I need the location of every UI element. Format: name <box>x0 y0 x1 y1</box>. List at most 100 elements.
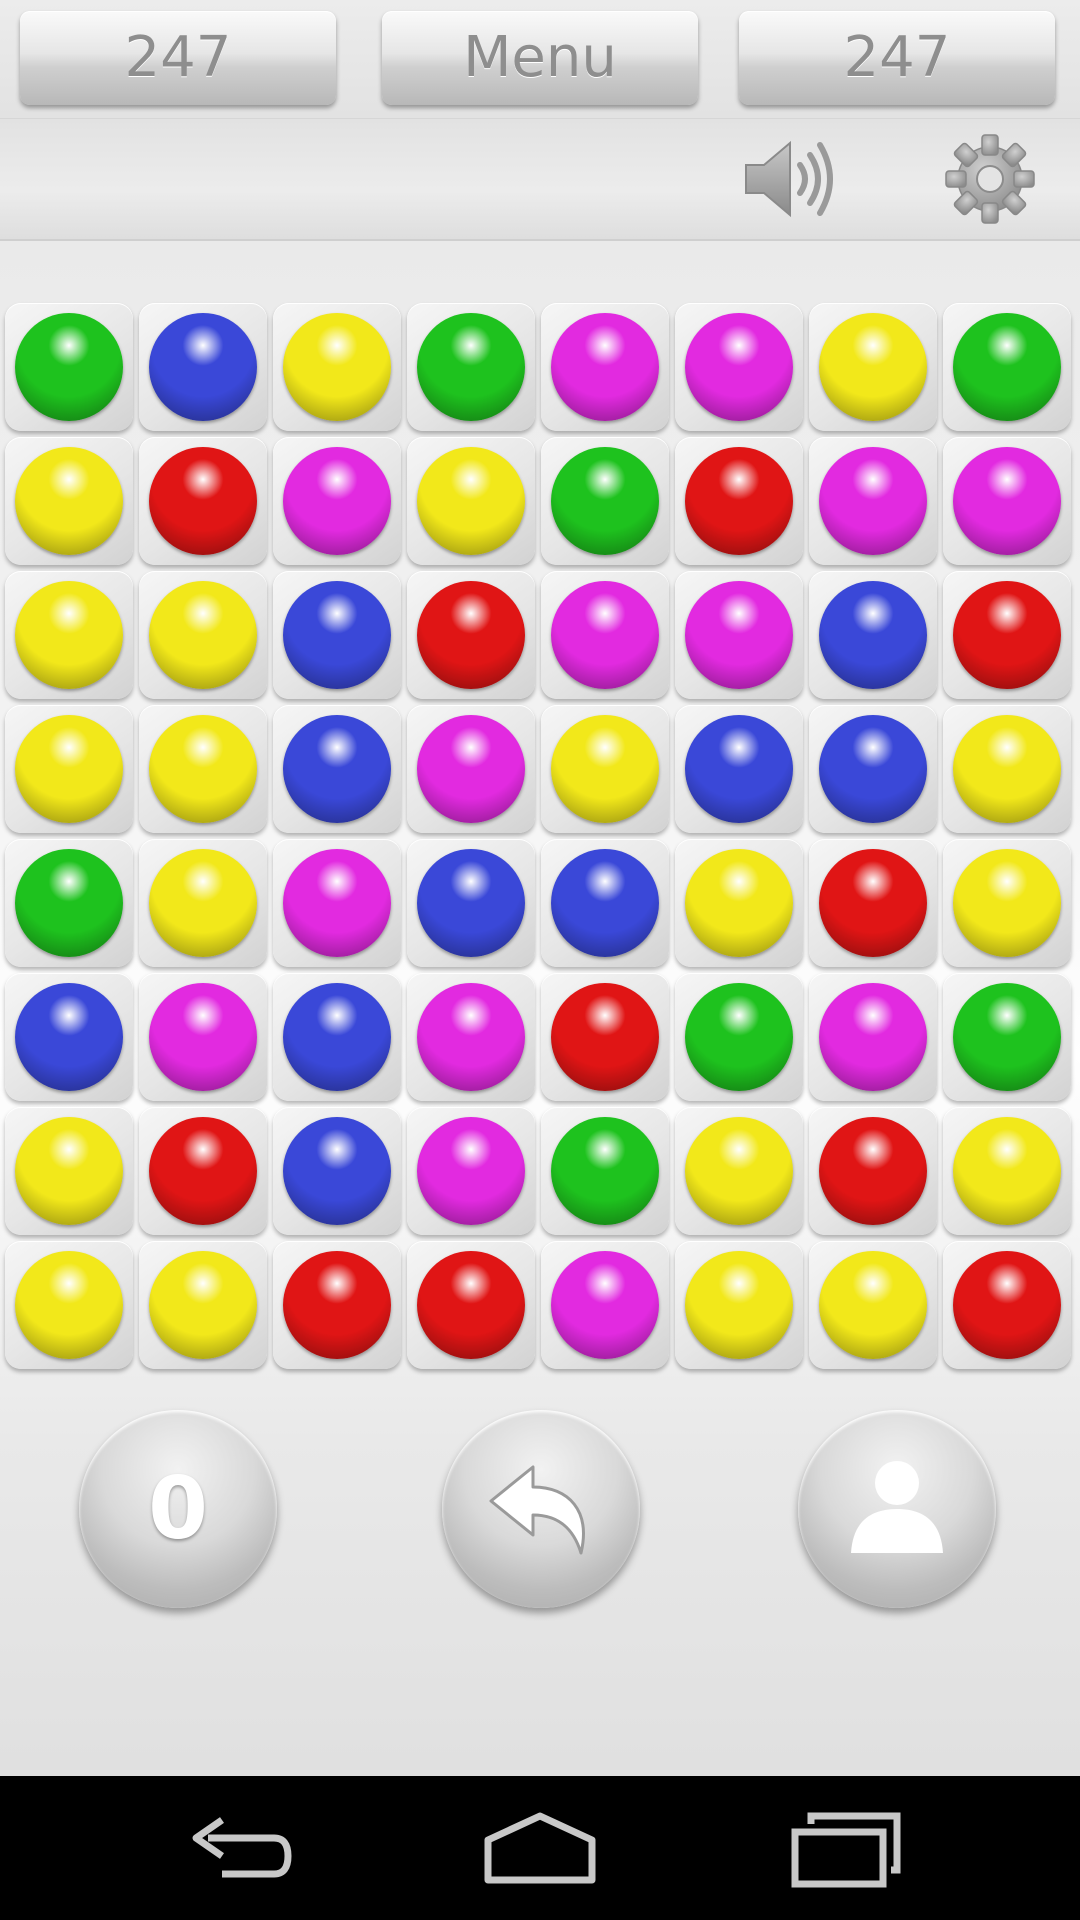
recents-icon[interactable] <box>775 1798 915 1898</box>
blue-ball[interactable] <box>819 581 927 689</box>
green-ball[interactable] <box>551 1117 659 1225</box>
blue-ball[interactable] <box>819 715 927 823</box>
magenta-ball[interactable] <box>685 313 793 421</box>
red-ball[interactable] <box>149 447 257 555</box>
board-cell[interactable] <box>943 1107 1071 1235</box>
red-ball[interactable] <box>685 447 793 555</box>
board-cell[interactable] <box>5 973 133 1101</box>
board-cell[interactable] <box>139 973 267 1101</box>
red-ball[interactable] <box>819 849 927 957</box>
blue-ball[interactable] <box>283 581 391 689</box>
board-cell[interactable] <box>139 1241 267 1369</box>
board-cell[interactable] <box>5 705 133 833</box>
yellow-ball[interactable] <box>15 581 123 689</box>
magenta-ball[interactable] <box>417 983 525 1091</box>
right-score-button[interactable]: 247 <box>739 11 1055 105</box>
green-ball[interactable] <box>953 313 1061 421</box>
yellow-ball[interactable] <box>417 447 525 555</box>
red-ball[interactable] <box>551 983 659 1091</box>
yellow-ball[interactable] <box>149 849 257 957</box>
board-cell[interactable] <box>273 973 401 1101</box>
board-cell[interactable] <box>273 571 401 699</box>
board-cell[interactable] <box>273 1241 401 1369</box>
green-ball[interactable] <box>551 447 659 555</box>
board-cell[interactable] <box>5 1107 133 1235</box>
board-cell[interactable] <box>809 973 937 1101</box>
magenta-ball[interactable] <box>417 715 525 823</box>
yellow-ball[interactable] <box>15 447 123 555</box>
blue-ball[interactable] <box>283 1117 391 1225</box>
back-icon[interactable] <box>170 1798 310 1898</box>
red-ball[interactable] <box>283 1251 391 1359</box>
board-cell[interactable] <box>273 303 401 431</box>
home-icon[interactable] <box>470 1798 610 1898</box>
left-score-button[interactable]: 247 <box>20 11 336 105</box>
board-cell[interactable] <box>675 973 803 1101</box>
board-cell[interactable] <box>809 571 937 699</box>
board-cell[interactable] <box>139 839 267 967</box>
yellow-ball[interactable] <box>283 313 391 421</box>
blue-ball[interactable] <box>15 983 123 1091</box>
blue-ball[interactable] <box>149 313 257 421</box>
green-ball[interactable] <box>953 983 1061 1091</box>
board-cell[interactable] <box>541 571 669 699</box>
magenta-ball[interactable] <box>819 447 927 555</box>
board-cell[interactable] <box>675 303 803 431</box>
menu-button[interactable]: Menu <box>382 11 698 105</box>
board-cell[interactable] <box>943 1241 1071 1369</box>
blue-ball[interactable] <box>551 849 659 957</box>
board-cell[interactable] <box>139 437 267 565</box>
board-cell[interactable] <box>675 1241 803 1369</box>
board-cell[interactable] <box>407 437 535 565</box>
board-cell[interactable] <box>809 303 937 431</box>
board-cell[interactable] <box>407 705 535 833</box>
board-cell[interactable] <box>139 705 267 833</box>
board-cell[interactable] <box>541 437 669 565</box>
board-cell[interactable] <box>943 839 1071 967</box>
yellow-ball[interactable] <box>953 715 1061 823</box>
board-cell[interactable] <box>943 705 1071 833</box>
green-ball[interactable] <box>15 313 123 421</box>
board-cell[interactable] <box>541 839 669 967</box>
magenta-ball[interactable] <box>551 581 659 689</box>
board-cell[interactable] <box>407 303 535 431</box>
board-cell[interactable] <box>273 839 401 967</box>
board-cell[interactable] <box>809 1241 937 1369</box>
magenta-ball[interactable] <box>551 1251 659 1359</box>
red-ball[interactable] <box>417 581 525 689</box>
red-ball[interactable] <box>953 1251 1061 1359</box>
board-cell[interactable] <box>809 839 937 967</box>
gear-icon[interactable] <box>940 129 1040 229</box>
yellow-ball[interactable] <box>551 715 659 823</box>
board-cell[interactable] <box>273 437 401 565</box>
board-cell[interactable] <box>5 571 133 699</box>
magenta-ball[interactable] <box>551 313 659 421</box>
board-cell[interactable] <box>139 1107 267 1235</box>
magenta-ball[interactable] <box>149 983 257 1091</box>
blue-ball[interactable] <box>283 983 391 1091</box>
green-ball[interactable] <box>685 983 793 1091</box>
red-ball[interactable] <box>819 1117 927 1225</box>
board-cell[interactable] <box>541 1107 669 1235</box>
magenta-ball[interactable] <box>417 1117 525 1225</box>
yellow-ball[interactable] <box>149 1251 257 1359</box>
yellow-ball[interactable] <box>15 715 123 823</box>
board-cell[interactable] <box>675 705 803 833</box>
yellow-ball[interactable] <box>953 849 1061 957</box>
yellow-ball[interactable] <box>15 1251 123 1359</box>
yellow-ball[interactable] <box>149 581 257 689</box>
board-cell[interactable] <box>541 303 669 431</box>
yellow-ball[interactable] <box>685 1117 793 1225</box>
board-cell[interactable] <box>407 839 535 967</box>
board-cell[interactable] <box>407 1107 535 1235</box>
magenta-ball[interactable] <box>283 447 391 555</box>
board-cell[interactable] <box>273 705 401 833</box>
yellow-ball[interactable] <box>15 1117 123 1225</box>
magenta-ball[interactable] <box>685 581 793 689</box>
green-ball[interactable] <box>15 849 123 957</box>
board-cell[interactable] <box>809 1107 937 1235</box>
board-cell[interactable] <box>675 1107 803 1235</box>
yellow-ball[interactable] <box>819 1251 927 1359</box>
magenta-ball[interactable] <box>953 447 1061 555</box>
board-cell[interactable] <box>5 1241 133 1369</box>
